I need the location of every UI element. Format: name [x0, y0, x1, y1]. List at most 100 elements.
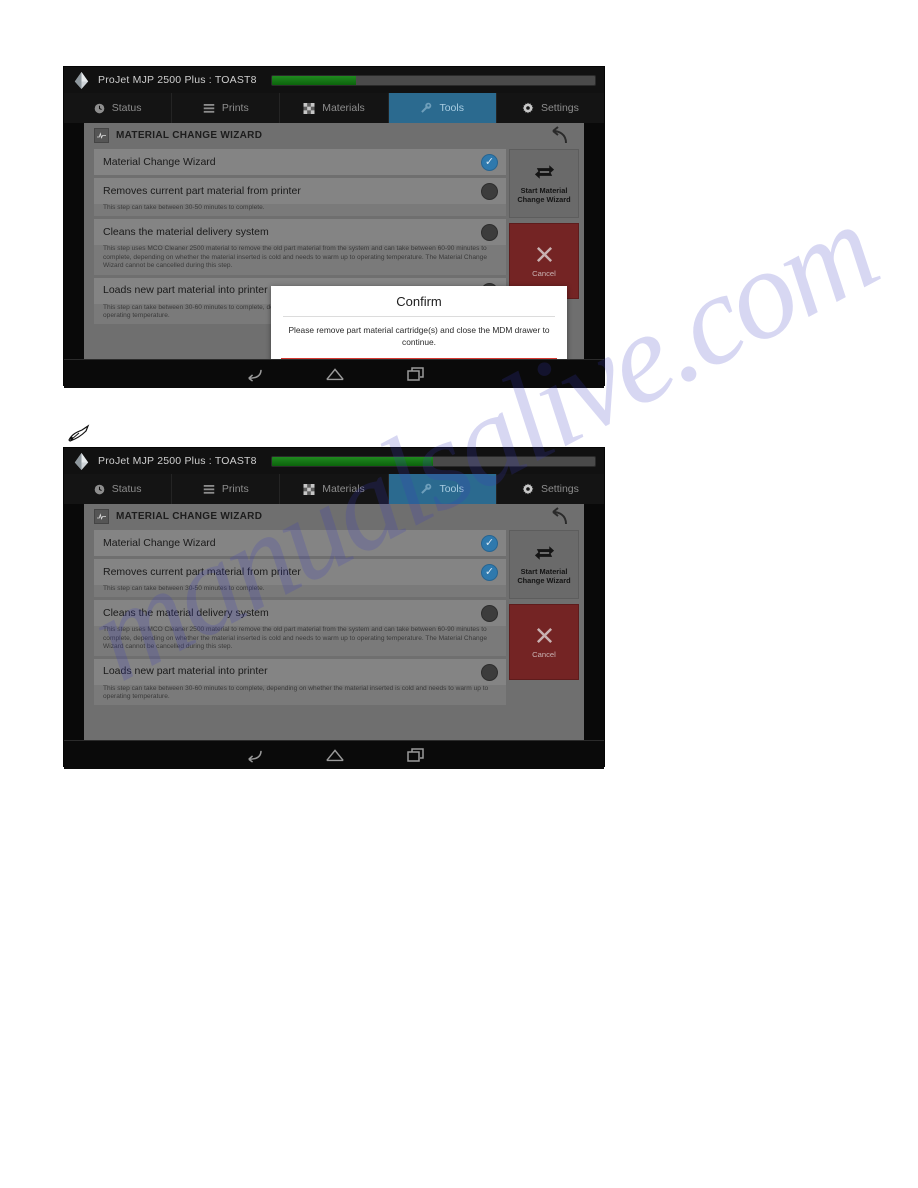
title-bar: ProJet MJP 2500 Plus : TOAST8: [64, 448, 604, 474]
tab-settings[interactable]: Settings: [497, 474, 604, 504]
table-row[interactable]: Cleans the material delivery system This…: [94, 219, 506, 275]
tab-settings[interactable]: Settings: [497, 93, 604, 123]
main-tab-bar: Status Prints Materials Tools Settings: [64, 93, 604, 123]
job-progress-fill: [271, 75, 356, 85]
step-title-row: Removes current part material from print…: [94, 178, 506, 204]
table-row[interactable]: Material Change Wizard ✓: [94, 530, 506, 556]
clock-icon: [94, 484, 105, 494]
tab-label: Status: [111, 483, 142, 495]
action-rail: Start Material Change Wizard Cancel: [509, 530, 579, 737]
main-tab-bar: Status Prints Materials Tools Settings: [64, 474, 604, 504]
tab-materials[interactable]: Materials: [280, 93, 389, 123]
step-title: Material Change Wizard: [103, 536, 216, 549]
dialog-title: Confirm: [396, 294, 442, 309]
wrench-icon: [421, 102, 432, 113]
step-title-row: Cleans the material delivery system: [94, 600, 506, 626]
step-title-row: Loads new part material into printer: [94, 659, 506, 685]
tab-label: Settings: [540, 483, 579, 495]
tab-label: Prints: [221, 483, 249, 495]
step-title-row: Cleans the material delivery system: [94, 219, 506, 245]
step-title: Cleans the material delivery system: [103, 225, 269, 238]
step-title-row: Material Change Wizard: [94, 530, 506, 556]
recents-icon[interactable]: [406, 367, 425, 381]
status-badge: ✓: [481, 154, 498, 171]
step-title: Loads new part material into printer: [103, 284, 268, 297]
step-title-row: Material Change Wizard: [94, 149, 506, 175]
step-description: This step can take between 30-60 minutes…: [94, 684, 506, 706]
printer-title: ProJet MJP 2500 Plus : TOAST8: [98, 455, 257, 467]
back-icon[interactable]: [244, 367, 263, 382]
tab-tools[interactable]: Tools: [388, 474, 497, 504]
home-icon[interactable]: [325, 367, 345, 381]
panel-title: MATERIAL CHANGE WIZARD: [116, 130, 263, 141]
tab-tools[interactable]: Tools: [388, 93, 497, 123]
confirm-dialog: Confirm Please remove part material cart…: [271, 286, 567, 359]
printer-logo-icon: [74, 452, 89, 470]
start-material-change-wizard-button[interactable]: Start Material Change Wizard: [509, 530, 579, 599]
rail-button-label: Start Material Change Wizard: [517, 567, 571, 585]
gear-icon: [522, 102, 534, 114]
printer-logo-icon: [74, 71, 89, 89]
tablet-screenshot-2: ProJet MJP 2500 Plus : TOAST8 Status Pri…: [63, 447, 605, 769]
home-icon[interactable]: [325, 748, 345, 762]
android-nav-bar: [64, 359, 604, 388]
job-progress-bar: [270, 74, 596, 86]
step-description: This step uses MCO Cleaner 2500 material…: [94, 626, 506, 656]
step-title: Cleans the material delivery system: [103, 606, 269, 619]
step-title: Removes current part material from print…: [103, 184, 301, 197]
gear-icon: [522, 483, 534, 495]
tab-label: Tools: [439, 483, 464, 495]
table-row[interactable]: Loads new part material into printer Thi…: [94, 658, 506, 706]
wizard-step-list: Material Change Wizard ✓ Removes current…: [94, 530, 506, 737]
step-description: This step can take between 30-50 minutes…: [94, 585, 506, 598]
step-description: This step can take between 30-50 minutes…: [94, 204, 506, 217]
tab-label: Materials: [322, 102, 365, 114]
step-title: Loads new part material into printer: [103, 665, 268, 678]
recents-icon[interactable]: [406, 748, 425, 762]
loop-arrows-icon: [534, 546, 554, 560]
x-icon: [536, 627, 552, 643]
cancel-button[interactable]: Cancel: [509, 604, 579, 680]
tab-label: Tools: [439, 102, 464, 114]
rail-button-label: Cancel: [532, 268, 556, 278]
wizard-content-panel: MATERIAL CHANGE WIZARD Material Change W…: [84, 504, 584, 740]
tab-materials[interactable]: Materials: [280, 474, 389, 504]
table-row[interactable]: Cleans the material delivery system This…: [94, 600, 506, 656]
wrench-icon: [421, 483, 432, 494]
job-progress-fill: [271, 456, 434, 466]
back-icon[interactable]: [244, 748, 263, 763]
back-arrow-icon[interactable]: [550, 507, 570, 531]
loop-arrows-icon: [534, 165, 554, 179]
status-badge: ✓: [481, 564, 498, 581]
tab-status[interactable]: Status: [64, 474, 173, 504]
x-icon: [536, 246, 552, 262]
clock-icon: [94, 103, 105, 113]
tab-status[interactable]: Status: [64, 93, 173, 123]
step-description: This step uses MCO Cleaner 2500 material…: [94, 245, 506, 275]
android-nav-bar: [64, 740, 604, 769]
status-badge: ✓: [481, 535, 498, 552]
tab-label: Prints: [221, 102, 249, 114]
status-badge: [481, 663, 498, 681]
panel-header: MATERIAL CHANGE WIZARD: [84, 123, 584, 148]
tablet-screenshot-1: ProJet MJP 2500 Plus : TOAST8 Status Pri…: [63, 66, 605, 388]
list-lines-icon: [203, 484, 215, 494]
start-material-change-wizard-button[interactable]: Start Material Change Wizard: [509, 149, 579, 218]
back-arrow-icon[interactable]: [550, 126, 570, 150]
panel-header: MATERIAL CHANGE WIZARD: [84, 504, 584, 529]
checkered-icon: [303, 483, 315, 495]
dialog-ok-button[interactable]: OK: [281, 358, 557, 359]
table-row[interactable]: Removes current part material from print…: [94, 178, 506, 217]
rail-button-label: Cancel: [532, 649, 556, 659]
table-row[interactable]: Removes current part material from print…: [94, 559, 506, 598]
panel-title: MATERIAL CHANGE WIZARD: [116, 511, 263, 522]
checkered-icon: [303, 102, 315, 114]
step-title-row: Removes current part material from print…: [94, 559, 506, 585]
pen-note-icon: [68, 424, 90, 442]
wizard-content-panel: MATERIAL CHANGE WIZARD Material Change W…: [84, 123, 584, 359]
rail-button-label: Start Material Change Wizard: [517, 186, 571, 204]
tab-prints[interactable]: Prints: [172, 93, 281, 123]
wizard-icon: [94, 509, 109, 524]
tab-prints[interactable]: Prints: [172, 474, 281, 504]
table-row[interactable]: Material Change Wizard ✓: [94, 149, 506, 175]
